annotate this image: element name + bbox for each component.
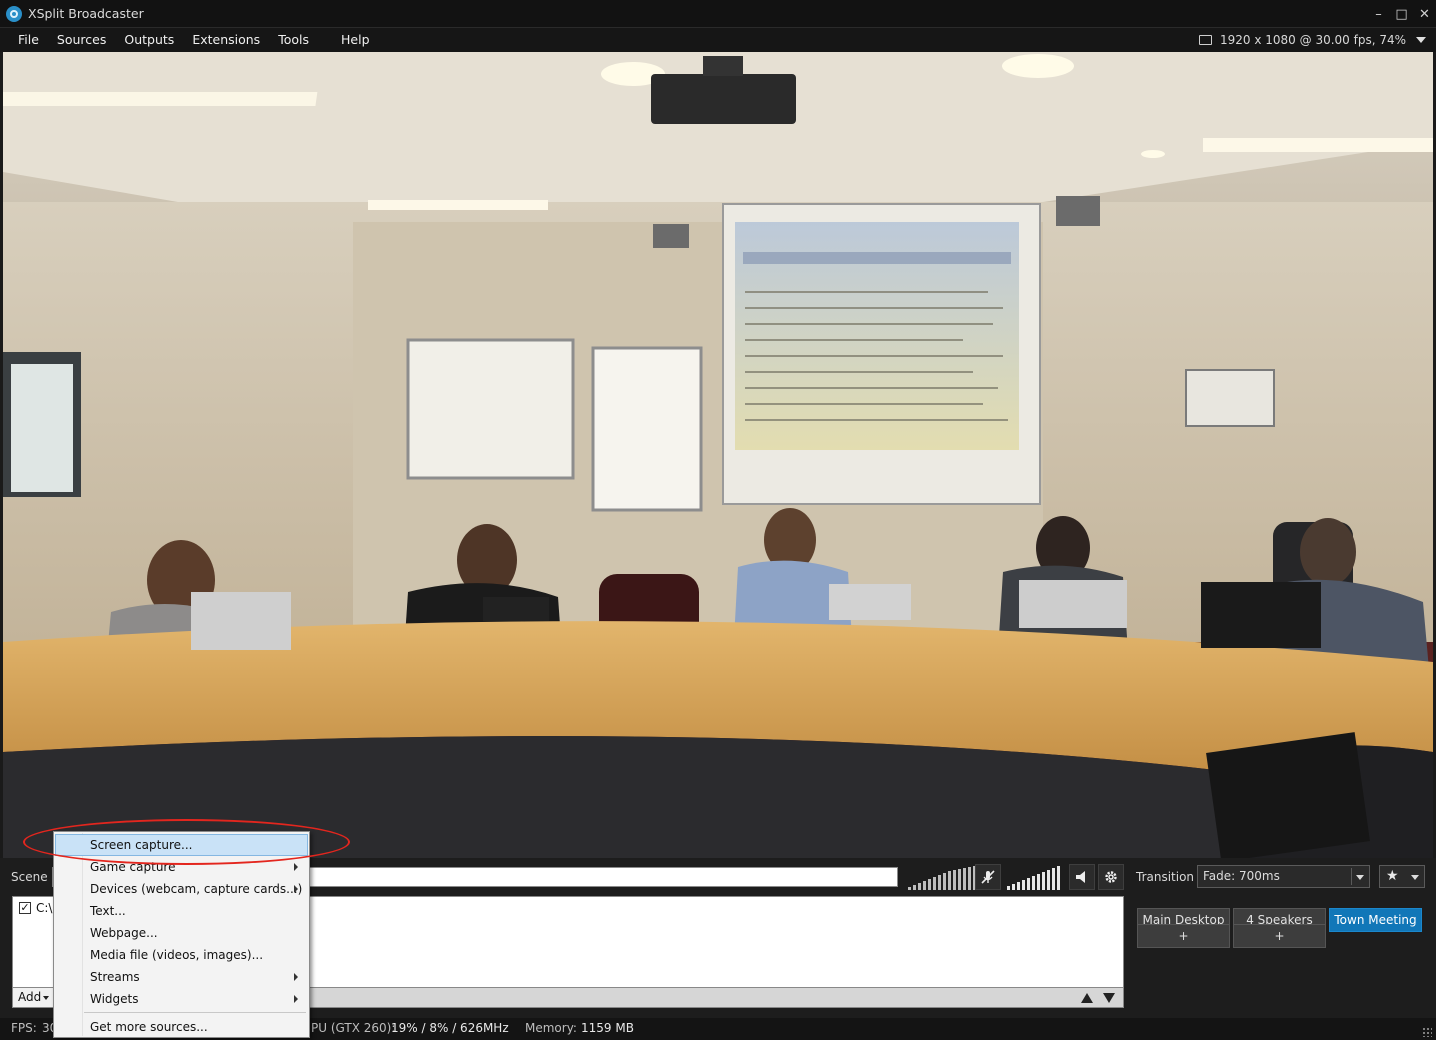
resize-grip-icon[interactable] xyxy=(1422,1027,1432,1037)
menu-file[interactable]: File xyxy=(0,28,48,52)
menu-item-label: Get more sources... xyxy=(90,1020,208,1034)
transition-value: Fade: 700ms xyxy=(1203,869,1280,883)
menu-item-widgets[interactable]: Widgets xyxy=(55,988,308,1010)
source-checkbox[interactable]: ✓ xyxy=(19,902,31,914)
add-source-menu: Screen capture... Game capture Devices (… xyxy=(53,831,310,1038)
submenu-arrow-icon xyxy=(294,973,298,981)
menu-bar: File Sources Outputs Extensions Tools He… xyxy=(0,28,1436,52)
menu-help[interactable]: Help xyxy=(332,28,379,52)
xsplit-logo-icon xyxy=(6,5,22,22)
preview-image xyxy=(3,52,1433,858)
menu-item-label: Streams xyxy=(90,970,140,984)
monitor-icon xyxy=(1199,35,1212,45)
window-controls: – □ ✕ xyxy=(1367,0,1436,28)
gpu-label: PU (GTX 260): xyxy=(311,1021,396,1035)
menu-item-label: Widgets xyxy=(90,992,139,1006)
resolution-selector[interactable]: 1920 x 1080 @ 30.00 fps, 74% xyxy=(1199,28,1426,52)
menu-item-streams[interactable]: Streams xyxy=(55,966,308,988)
fps-label: FPS: xyxy=(11,1021,37,1035)
mic-level-meter xyxy=(908,866,976,890)
menu-separator xyxy=(84,1012,306,1013)
minimize-button[interactable]: – xyxy=(1367,0,1390,28)
close-button[interactable]: ✕ xyxy=(1413,0,1436,28)
transition-select[interactable]: Fade: 700ms xyxy=(1197,865,1370,888)
chevron-down-icon xyxy=(1416,37,1426,43)
menu-item-label: Text... xyxy=(90,904,126,918)
menu-tools[interactable]: Tools xyxy=(269,28,318,52)
maximize-button[interactable]: □ xyxy=(1390,0,1413,28)
menu-item-label: Devices (webcam, capture cards...) xyxy=(90,882,303,896)
mic-muted-icon[interactable] xyxy=(975,864,1001,890)
menu-sources[interactable]: Sources xyxy=(48,28,115,52)
menu-extensions[interactable]: Extensions xyxy=(183,28,269,52)
menu-item-label: Webpage... xyxy=(90,926,158,940)
move-up-icon[interactable] xyxy=(1081,993,1093,1003)
speaker-level-meter xyxy=(1007,866,1060,890)
menu-item-devices[interactable]: Devices (webcam, capture cards...) xyxy=(55,878,308,900)
submenu-arrow-icon xyxy=(294,885,298,893)
gpu-value: 19% / 8% / 626MHz xyxy=(391,1021,509,1035)
gear-icon[interactable] xyxy=(1098,864,1124,890)
scene-town-meeting-button[interactable]: Town Meeting xyxy=(1329,908,1422,932)
transition-label: Transition xyxy=(1136,870,1195,884)
add-scene-button-2[interactable]: + xyxy=(1233,924,1326,948)
menu-item-screen-capture[interactable]: Screen capture... xyxy=(55,834,308,856)
scene-label: Scene xyxy=(11,870,48,884)
submenu-arrow-icon xyxy=(294,863,298,871)
preview-canvas[interactable] xyxy=(3,52,1433,858)
menu-outputs[interactable]: Outputs xyxy=(115,28,183,52)
resolution-text: 1920 x 1080 @ 30.00 fps, 74% xyxy=(1220,33,1406,47)
star-add-icon[interactable]: ★ xyxy=(1379,865,1425,888)
window-title: XSplit Broadcaster xyxy=(28,6,144,21)
menu-item-text[interactable]: Text... xyxy=(55,900,308,922)
submenu-arrow-icon xyxy=(294,995,298,1003)
menu-item-get-more-sources[interactable]: Get more sources... xyxy=(55,1016,308,1038)
memory-label: Memory: xyxy=(525,1021,577,1035)
menu-item-webpage[interactable]: Webpage... xyxy=(55,922,308,944)
add-scene-button-1[interactable]: + xyxy=(1137,924,1230,948)
move-down-icon[interactable] xyxy=(1103,993,1115,1003)
speaker-icon[interactable] xyxy=(1069,864,1095,890)
menu-item-label: Media file (videos, images)... xyxy=(90,948,264,962)
source-item-label[interactable]: C:\ xyxy=(36,901,52,915)
menu-item-label: Screen capture... xyxy=(90,838,193,852)
memory-value: 1159 MB xyxy=(581,1021,634,1035)
menu-item-media-file[interactable]: Media file (videos, images)... xyxy=(55,944,308,966)
menu-item-game-capture[interactable]: Game capture xyxy=(55,856,308,878)
title-bar: XSplit Broadcaster – □ ✕ xyxy=(0,0,1436,28)
menu-item-label: Game capture xyxy=(90,860,176,874)
add-source-button[interactable]: Add xyxy=(13,988,55,1007)
